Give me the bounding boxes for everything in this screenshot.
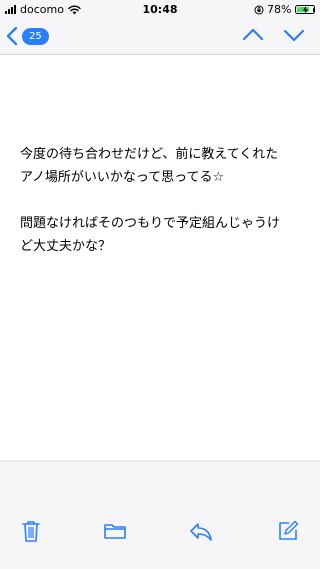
- unread-count-badge: 25: [22, 27, 49, 45]
- previous-message-button[interactable]: [242, 27, 264, 43]
- chevron-up-icon: [242, 27, 264, 43]
- nav-bar: 25: [0, 20, 320, 55]
- message-body[interactable]: 今度の待ち合わせだけど、前に教えてくれた アノ場所がいいかなって思ってる☆ 問題…: [0, 55, 320, 460]
- reply-button[interactable]: [188, 521, 214, 541]
- chevron-down-icon: [283, 27, 305, 43]
- folder-icon: [103, 522, 127, 540]
- message-paragraph-2: 問題なければそのつもりで予定組んじゃうけ ど大丈夫かな？: [20, 216, 281, 254]
- trash-icon: [21, 519, 41, 543]
- reply-icon: [188, 521, 214, 541]
- status-bar: docomo 10:48 78%: [0, 0, 320, 20]
- battery-icon: [294, 5, 315, 14]
- charging-icon: [302, 6, 308, 14]
- move-to-folder-button[interactable]: [103, 522, 127, 540]
- message-paragraph-1: 今度の待ち合わせだけど、前に教えてくれた アノ場所がいいかなって思ってる☆: [20, 147, 279, 185]
- next-message-button[interactable]: [283, 27, 305, 43]
- trash-button[interactable]: [21, 519, 41, 543]
- mail-message-screen: docomo 10:48 78% 25 今度の待ち合わせだけど、前に教えてくれた…: [0, 0, 320, 569]
- bottom-toolbar: [0, 509, 320, 569]
- compose-button[interactable]: [277, 520, 299, 542]
- battery-percent: 78%: [267, 3, 292, 16]
- back-button[interactable]: 25: [6, 26, 49, 46]
- orientation-lock-icon: [254, 5, 264, 15]
- back-chevron-icon: [6, 26, 18, 46]
- status-right: 78%: [254, 3, 315, 16]
- compose-icon: [277, 520, 299, 542]
- message-text: 今度の待ち合わせだけど、前に教えてくれた アノ場所がいいかなって思ってる☆ 問題…: [20, 143, 302, 281]
